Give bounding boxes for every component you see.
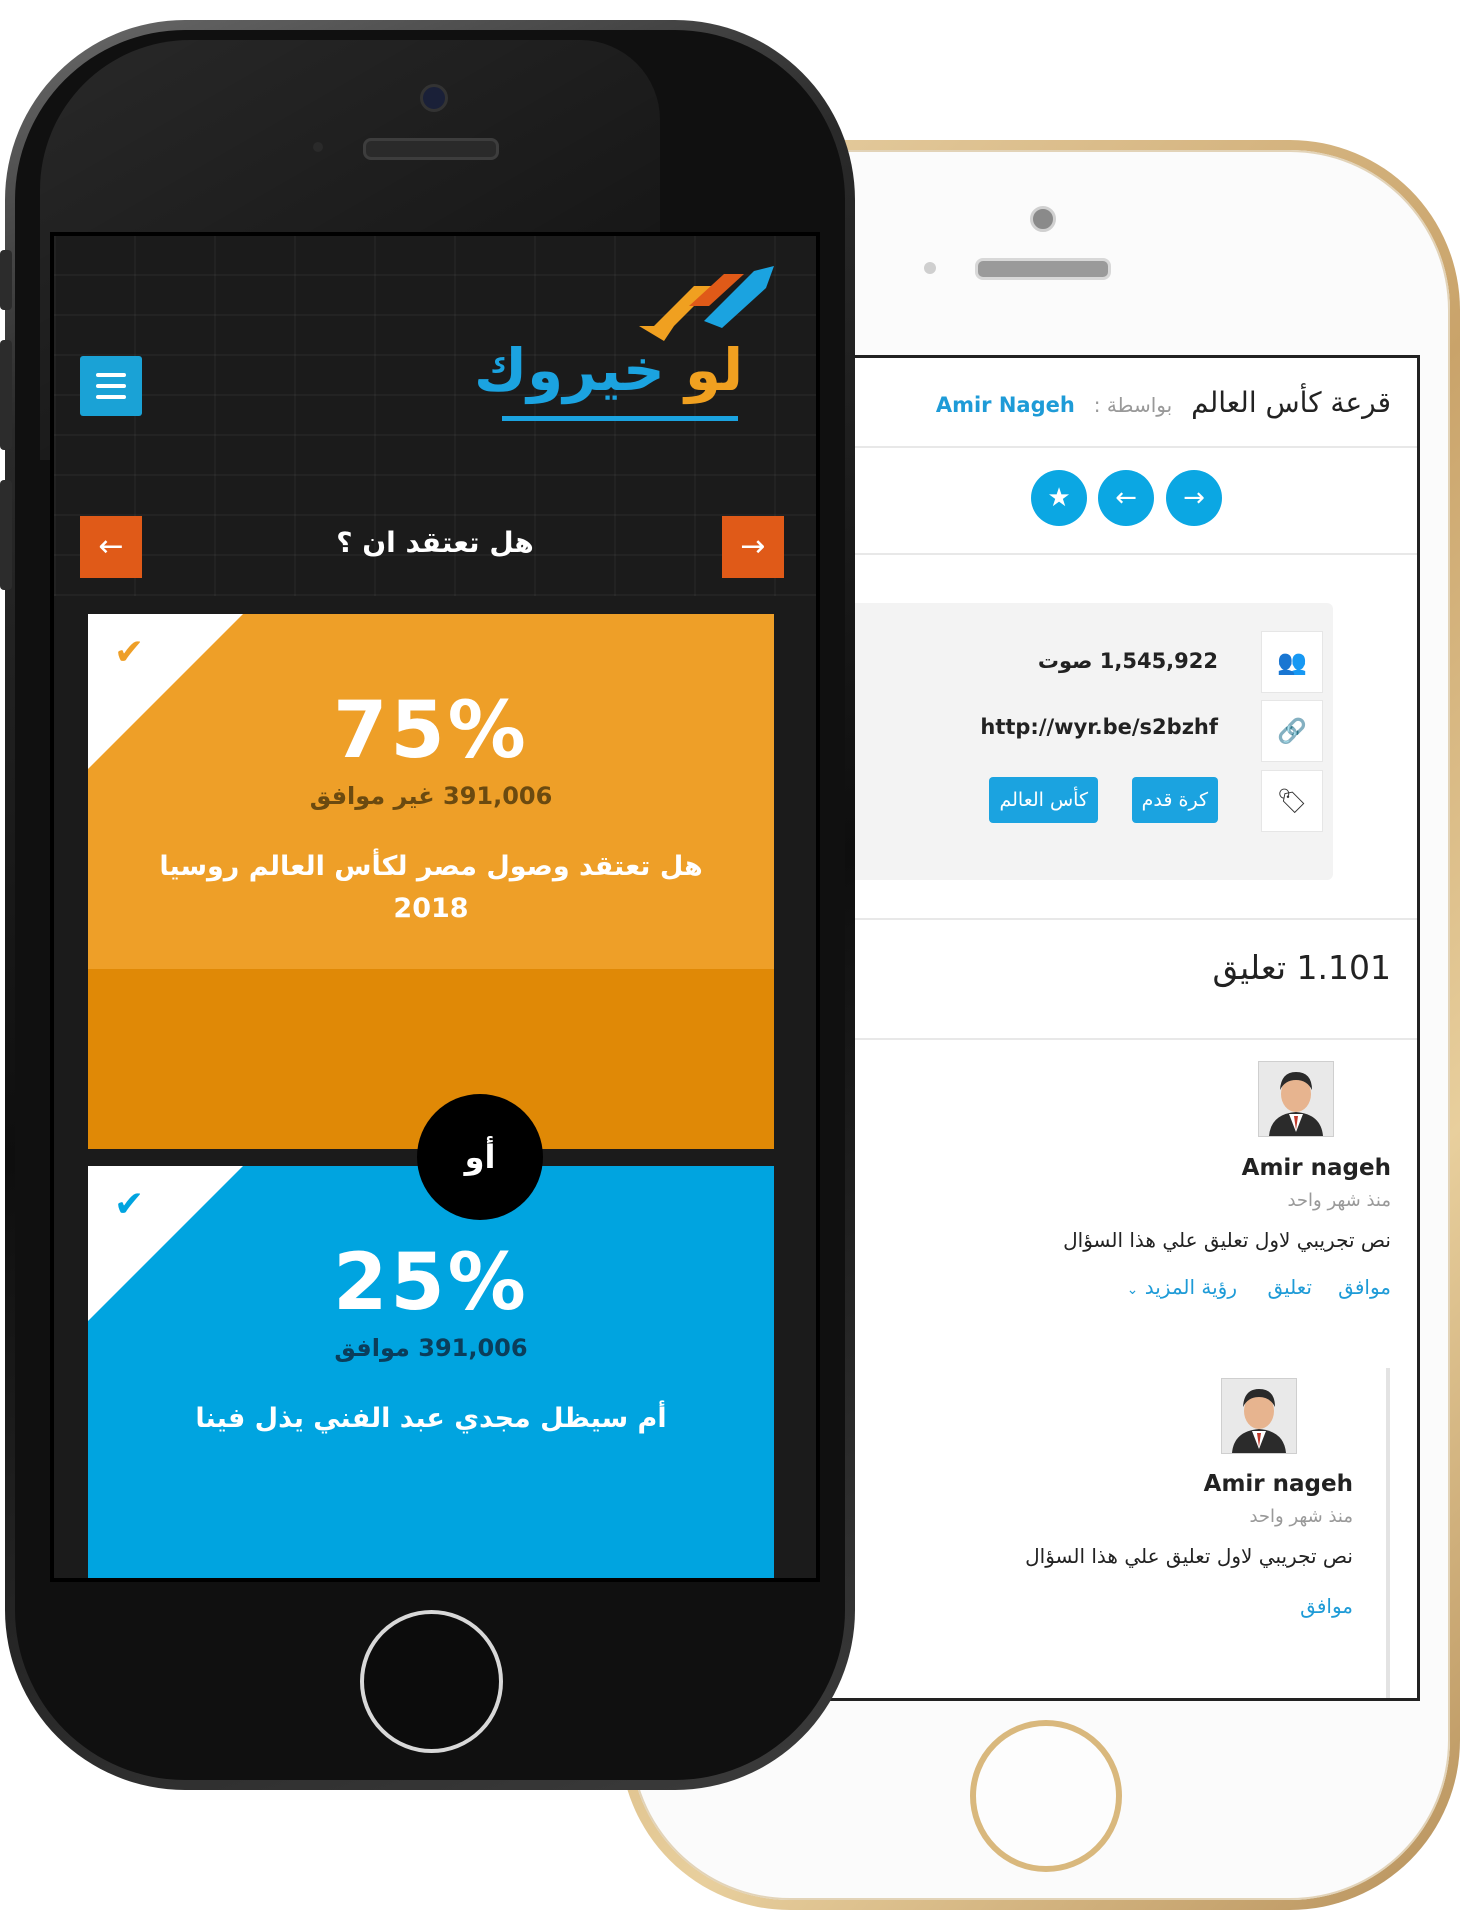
volume-down-button [0, 480, 12, 590]
earpiece-speaker [363, 138, 499, 160]
arrow-left-icon: ← [1115, 483, 1137, 513]
tags-icon: 🏷 [1261, 770, 1323, 832]
by-label: بواسطة : [1093, 393, 1173, 417]
logo-name: خيروك [474, 336, 666, 404]
proximity-sensor [924, 262, 936, 274]
share-link[interactable]: http://wyr.be/s2bzhf [980, 715, 1218, 739]
users-icon: 👥 [1261, 631, 1323, 693]
menu-icon-bar [96, 395, 126, 399]
comments-heading: 1.101 تعليق [1212, 948, 1391, 987]
comment-text: نص تجريبي لاول تعليق علي هذا السؤال [1063, 1228, 1391, 1252]
option-b-percent: 25% [333, 1238, 529, 1328]
arrow-right-icon: → [1183, 483, 1205, 513]
star-icon: ★ [1047, 483, 1071, 513]
divider [803, 553, 1417, 555]
tag-world-cup[interactable]: كأس العالم [989, 777, 1098, 823]
option-b-card[interactable]: ✔ 25% 391,006 موافق أم سيظل مجدي عبد الف… [88, 1166, 774, 1578]
comment-time: منذ شهر واحد [1287, 1190, 1391, 1211]
mute-switch [0, 250, 12, 310]
home-button[interactable] [970, 1720, 1122, 1872]
option-a-text: هل تعتقد وصول مصر لكأس العالم روسيا 2018 [159, 851, 703, 924]
agree-link[interactable]: موافق [1338, 1275, 1391, 1299]
see-more-label: رؤية المزيد [1144, 1275, 1237, 1299]
see-more-link[interactable]: رؤية المزيد ⌄ [1127, 1275, 1237, 1299]
proximity-sensor [313, 142, 323, 152]
reply-thread-line [1386, 1368, 1390, 1698]
next-button[interactable]: → [1166, 470, 1222, 526]
logo-underline [502, 416, 738, 421]
comment-text: نص تجريبي لاول تعليق علي هذا السؤال [1025, 1544, 1353, 1568]
check-icon: ✔ [114, 1184, 145, 1225]
tag-football[interactable]: كرة قدم [1131, 777, 1218, 823]
logo-prefix: لو [684, 336, 744, 404]
home-button[interactable] [360, 1610, 503, 1753]
volume-up-button [0, 340, 12, 450]
comment-time: منذ شهر واحد [1249, 1506, 1353, 1527]
chevron-down-icon: ⌄ [1126, 1282, 1139, 1298]
comment-author[interactable]: Amir nageh [1242, 1155, 1391, 1181]
divider [803, 446, 1417, 448]
front-phone-screen: لو خيروك ← → هل تعتقد ان ؟ ✔ 75% 391,006… [50, 232, 820, 1582]
option-a-percent: 75% [333, 686, 529, 776]
option-b-votes: 391,006 موافق [334, 1334, 528, 1362]
menu-button[interactable] [80, 356, 142, 416]
question-heading: هل تعتقد ان ؟ [336, 526, 534, 559]
earpiece-speaker [975, 258, 1111, 280]
option-b-text: أم سيظل مجدي عبد الفني يذل فينا [195, 1403, 667, 1434]
previous-button[interactable]: ← [1098, 470, 1154, 526]
menu-icon-bar [96, 384, 126, 388]
author-link[interactable]: Amir Nageh [936, 393, 1075, 417]
front-camera [420, 84, 448, 112]
menu-icon [96, 373, 126, 377]
divider [803, 918, 1417, 920]
logo-text: لو خيروك [474, 336, 744, 404]
favorite-button[interactable]: ★ [1031, 470, 1087, 526]
comment-author[interactable]: Amir nageh [1204, 1471, 1353, 1497]
question-title-row: قرعة كأس العالم بواسطة : Amir Nageh [936, 386, 1391, 419]
question-title: قرعة كأس العالم [1191, 386, 1391, 419]
avatar [1258, 1061, 1334, 1137]
question-info-box: 👥 1,545,922 صوت 🔗 http://wyr.be/s2bzhf 🏷… [803, 603, 1333, 880]
agree-link[interactable]: موافق [1300, 1594, 1353, 1618]
reply-link[interactable]: تعليق [1267, 1275, 1312, 1299]
votes-count: 1,545,922 صوت [1037, 649, 1218, 673]
avatar [1221, 1378, 1297, 1454]
option-a-votes: 391,006 غير موافق [309, 782, 553, 810]
or-divider-badge: أو [417, 1094, 543, 1220]
front-camera [1030, 206, 1056, 232]
option-a-card[interactable]: ✔ 75% 391,006 غير موافق هل تعتقد وصول مص… [88, 614, 774, 969]
link-icon: 🔗 [1261, 700, 1323, 762]
check-icon: ✔ [114, 632, 145, 673]
divider [803, 1038, 1417, 1040]
back-phone-screen: قرعة كأس العالم بواسطة : Amir Nageh ★ ← … [800, 355, 1420, 1701]
